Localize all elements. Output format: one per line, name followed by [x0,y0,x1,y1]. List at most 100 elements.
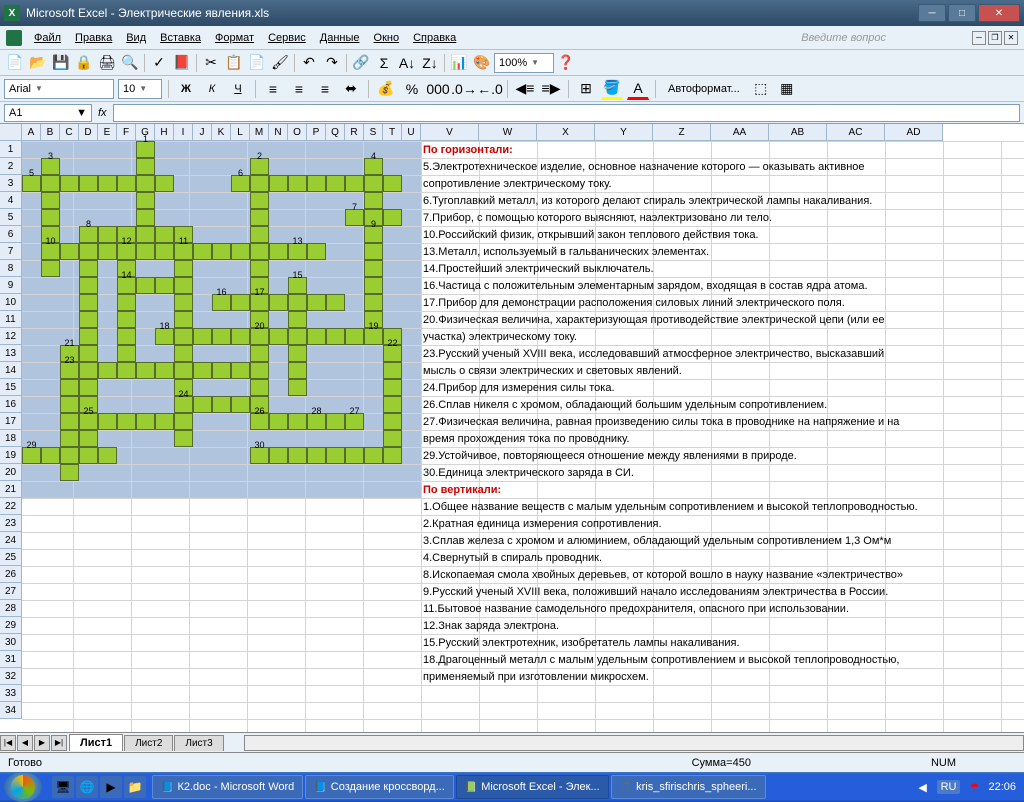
formula-bar[interactable] [113,104,1020,122]
autoformat-button[interactable]: Автоформат... [662,81,746,97]
row-header[interactable]: 27 [0,583,22,600]
maximize-button[interactable]: □ [948,4,976,22]
crossword-cell[interactable] [345,447,364,464]
column-headers[interactable]: ABCDEFGHIJKLMNOPQRSTUVWXYZAAABACAD [22,124,943,141]
crossword-cell[interactable] [345,175,364,192]
zoom-combo[interactable]: 100%▼ [494,53,554,73]
increase-indent-icon[interactable]: ≡▶ [540,78,562,100]
crossword-cell[interactable] [117,345,136,362]
taskbar-doc2[interactable]: 📘 Создание кроссворд... [305,775,453,799]
tab-first-button[interactable]: |◀ [0,735,16,751]
crossword-cell[interactable] [174,311,193,328]
horizontal-scrollbar[interactable] [244,735,1024,751]
language-indicator[interactable]: RU [937,780,961,794]
undo-icon[interactable]: ↶ [298,52,320,74]
crossword-cell[interactable] [383,362,402,379]
crossword-cell[interactable] [174,362,193,379]
align-left-icon[interactable]: ≡ [262,78,284,100]
cells-grid[interactable]: 1234567891011121314151617181920212223242… [22,141,1024,732]
crossword-cell[interactable] [117,311,136,328]
crossword-cell[interactable] [345,328,364,345]
autosum-icon[interactable]: Σ [373,52,395,74]
col-header[interactable]: V [421,124,479,141]
crossword-cell[interactable] [136,226,155,243]
sort-desc-icon[interactable]: Z↓ [419,52,441,74]
sheet-tab-3[interactable]: Лист3 [174,735,223,751]
crossword-cell[interactable] [250,260,269,277]
row-header[interactable]: 2 [0,158,22,175]
col-header[interactable]: E [98,124,117,141]
crossword-cell[interactable] [79,260,98,277]
crossword-cell[interactable] [250,209,269,226]
col-header[interactable]: K [212,124,231,141]
col-header[interactable]: M [250,124,269,141]
crossword-cell[interactable] [231,396,250,413]
col-header[interactable]: S [364,124,383,141]
crossword-cell[interactable] [79,277,98,294]
taskbar-excel[interactable]: 📗 Microsoft Excel - Элек... [456,775,609,799]
col-header[interactable]: O [288,124,307,141]
crossword-cell[interactable] [98,413,117,430]
row-header[interactable]: 4 [0,192,22,209]
crossword-cell[interactable] [269,447,288,464]
comma-icon[interactable]: 000 [427,78,449,100]
row-header[interactable]: 7 [0,243,22,260]
col-header[interactable]: L [231,124,250,141]
col-header[interactable]: Q [326,124,345,141]
preview-icon[interactable]: 🔍 [119,52,141,74]
conditional-format-icon[interactable]: ▦ [776,78,798,100]
crossword-cell[interactable] [212,362,231,379]
crossword-cell[interactable] [307,243,326,260]
crossword-cell[interactable] [174,328,193,345]
row-header[interactable]: 13 [0,345,22,362]
crossword-cell[interactable] [79,362,98,379]
col-header[interactable]: N [269,124,288,141]
clock[interactable]: 22:06 [988,781,1016,793]
col-header[interactable]: D [79,124,98,141]
redo-icon[interactable]: ↷ [321,52,343,74]
crossword-cell[interactable] [98,243,117,260]
crossword-cell[interactable] [136,175,155,192]
spelling-icon[interactable]: ✓ [148,52,170,74]
crossword-cell[interactable] [231,362,250,379]
row-header[interactable]: 32 [0,668,22,685]
crossword-cell[interactable] [383,447,402,464]
crossword-cell[interactable] [60,379,79,396]
row-header[interactable]: 1 [0,141,22,158]
sheet-tab-1[interactable]: Лист1 [69,734,123,751]
save-icon[interactable]: 💾 [50,52,72,74]
menu-view[interactable]: Вид [120,30,152,46]
crossword-cell[interactable] [307,328,326,345]
excel-doc-icon[interactable] [6,30,22,46]
crossword-cell[interactable] [155,175,174,192]
col-header[interactable]: T [383,124,402,141]
crossword-cell[interactable] [364,175,383,192]
crossword-cell[interactable] [41,260,60,277]
crossword-cell[interactable] [193,396,212,413]
crossword-cell[interactable] [174,294,193,311]
crossword-cell[interactable] [212,243,231,260]
row-header[interactable]: 10 [0,294,22,311]
crossword-cell[interactable] [383,430,402,447]
font-color-icon[interactable]: A [627,78,649,100]
crossword-cell[interactable] [307,294,326,311]
crossword-cell[interactable] [383,175,402,192]
row-header[interactable]: 28 [0,600,22,617]
doc-restore-button[interactable]: ❐ [988,31,1002,45]
crossword-cell[interactable] [60,430,79,447]
col-header[interactable]: C [60,124,79,141]
crossword-cell[interactable] [117,175,136,192]
crossword-cell[interactable] [364,192,383,209]
crossword-cell[interactable] [383,379,402,396]
crossword-cell[interactable] [307,447,326,464]
crossword-cell[interactable] [288,328,307,345]
crossword-cell[interactable] [288,294,307,311]
minimize-button[interactable]: ─ [918,4,946,22]
col-header[interactable]: H [155,124,174,141]
crossword-cell[interactable] [288,345,307,362]
tray-antivirus-icon[interactable]: ☂ [966,779,982,795]
row-header[interactable]: 8 [0,260,22,277]
tab-next-button[interactable]: ▶ [34,735,50,751]
col-header[interactable]: X [537,124,595,141]
row-header[interactable]: 19 [0,447,22,464]
